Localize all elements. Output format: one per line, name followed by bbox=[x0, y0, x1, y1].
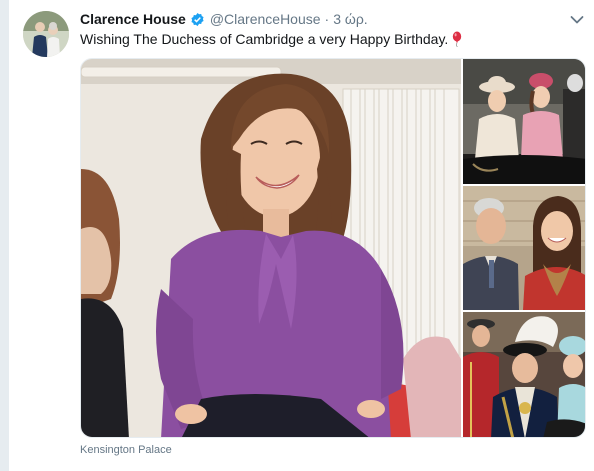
balloon-emoji-icon bbox=[451, 31, 463, 47]
separator-dot: · bbox=[324, 11, 330, 27]
media-photo-3[interactable] bbox=[463, 186, 585, 310]
avatar[interactable] bbox=[23, 11, 69, 57]
media-grid[interactable] bbox=[80, 58, 586, 438]
photo-2-image bbox=[463, 59, 585, 184]
tweet-text: Wishing The Duchess of Cambridge a very … bbox=[80, 30, 463, 48]
media-caption[interactable]: Kensington Palace bbox=[80, 444, 172, 456]
media-photo-2[interactable] bbox=[463, 59, 585, 184]
tweet-header: Clarence House @ClarenceHouse · 3 ώρ. bbox=[80, 9, 368, 29]
display-name[interactable]: Clarence House bbox=[80, 11, 186, 27]
chevron-down-icon[interactable] bbox=[568, 11, 586, 29]
photo-3-image bbox=[463, 186, 585, 310]
timestamp[interactable]: 3 ώρ. bbox=[333, 11, 367, 27]
photo-main-image bbox=[81, 59, 461, 437]
avatar-image bbox=[23, 11, 69, 57]
media-photo-main[interactable] bbox=[81, 59, 461, 437]
tweet-text-content: Wishing The Duchess of Cambridge a very … bbox=[80, 31, 449, 47]
verified-badge-icon bbox=[190, 12, 205, 27]
user-handle[interactable]: @ClarenceHouse bbox=[210, 11, 321, 27]
photo-4-image bbox=[463, 312, 585, 437]
media-photo-4[interactable] bbox=[463, 312, 585, 437]
tweet-card[interactable]: Clarence House @ClarenceHouse · 3 ώρ. Wi… bbox=[9, 0, 594, 471]
